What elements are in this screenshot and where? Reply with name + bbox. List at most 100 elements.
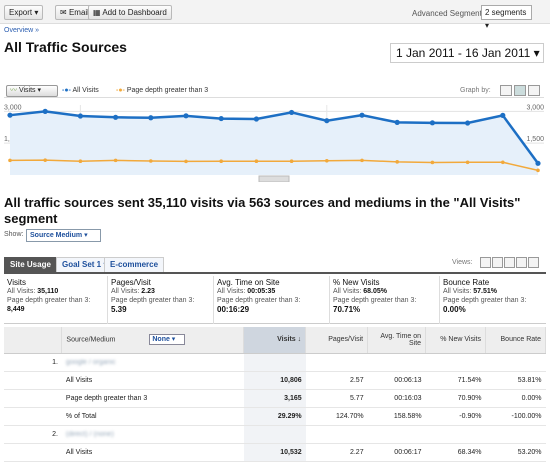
metrics-summary: Visits All Visits: 35,110 Page depth gre… — [4, 276, 546, 324]
header-pages-visit[interactable]: Pages/Visit — [305, 327, 369, 354]
data-point-page-depth — [395, 160, 400, 164]
comparison-view-icon[interactable] — [516, 257, 527, 268]
time-cell: 00:06:17 — [367, 443, 426, 462]
breadcrumb[interactable]: Overview » — [4, 27, 39, 34]
header-bounce-rate[interactable]: Bounce Rate — [485, 327, 547, 354]
header-source-label[interactable]: Source/Medium — [66, 337, 115, 344]
source-link[interactable]: (direct) / (none) — [61, 425, 244, 444]
legend-page-depth: -●- Page depth greater than 3 — [116, 87, 208, 94]
metric-all-value: 57.51% — [473, 288, 497, 295]
pie-view-icon[interactable] — [492, 257, 503, 268]
cell — [305, 425, 368, 444]
pages-cell: 124.70% — [305, 407, 368, 426]
table-view-icon[interactable] — [480, 257, 491, 268]
metric-all-label: All Visits: — [111, 288, 140, 295]
source-medium-table: Source/Medium None ▾ Visits ↓ Pages/Visi… — [4, 327, 547, 462]
segment-label: Page depth greater than 3 — [61, 389, 244, 408]
graph-by-month-icon[interactable] — [528, 85, 540, 96]
metric-pd-value: 0.00% — [443, 305, 466, 314]
tab-site-usage[interactable]: Site Usage — [4, 257, 57, 273]
metric-visits: Visits All Visits: 35,110 Page depth gre… — [4, 276, 108, 324]
segment-label: All Visits — [61, 443, 244, 462]
new-cell: -0.90% — [425, 407, 486, 426]
cell — [4, 407, 62, 426]
dashboard-label: Add to Dashboard — [102, 8, 167, 17]
time-cell: 00:06:13 — [367, 371, 426, 390]
secondary-dimension-select[interactable]: None ▾ — [149, 334, 186, 346]
advanced-segments-select[interactable]: 2 segments ▾ — [481, 5, 532, 30]
dashboard-icon: ▦ — [93, 8, 101, 17]
new-cell: 68.34% — [425, 443, 486, 462]
metric-pd-value: 5.39 — [111, 305, 127, 314]
metric-bounce-rate: Bounce Rate All Visits: 57.51% Page dept… — [440, 276, 546, 324]
metric-select-label: Visits ▾ — [18, 87, 42, 94]
metric-title: % New Visits — [333, 278, 380, 287]
report-toolbar: Export ▾ ✉ Email ▦ Add to Dashboard Adva… — [0, 0, 550, 30]
data-point-all-visits — [148, 115, 154, 121]
chart-collapse-handle — [258, 175, 290, 182]
series-area-all-visits — [10, 111, 538, 175]
table-group-row: 2. (direct) / (none) — [4, 425, 546, 444]
data-point-all-visits — [218, 115, 224, 122]
metric-select-button[interactable]: 〰 Visits ▾ — [6, 85, 58, 97]
cell — [425, 353, 486, 372]
data-point-all-visits — [500, 112, 506, 118]
y-tick-label-right: 3,000 — [526, 104, 544, 111]
y-tick-label-left: 3,000 — [4, 104, 22, 111]
data-point-page-depth — [78, 159, 83, 164]
data-point-all-visits — [465, 120, 471, 126]
cell — [485, 353, 546, 372]
pages-cell: 2.27 — [305, 443, 368, 462]
row-index: 1. — [4, 353, 62, 372]
metric-pd-value: 00:16:29 — [217, 305, 250, 314]
data-point-all-visits — [289, 109, 295, 116]
table-header-row: Source/Medium None ▾ Visits ↓ Pages/Visi… — [4, 327, 547, 354]
export-label: Export ▾ — [9, 8, 39, 17]
metric-pd-label: Page depth greater than 3: — [217, 297, 301, 304]
metric-title: Avg. Time on Site — [217, 278, 280, 287]
segment-label: All Visits — [61, 371, 244, 390]
data-point-page-depth — [465, 160, 470, 165]
metric-all-value: 68.05% — [363, 288, 387, 295]
header-avg-time[interactable]: Avg. Time on Site — [367, 327, 427, 354]
data-point-all-visits — [113, 114, 119, 120]
metric-all-label: All Visits: — [217, 288, 246, 295]
export-button[interactable]: Export ▾ — [4, 5, 44, 20]
table-row-percent: % of Total 29.29% 124.70% 158.58% -0.90%… — [4, 407, 546, 426]
data-point-page-depth — [254, 159, 259, 164]
cell — [243, 425, 306, 444]
email-icon: ✉ — [60, 8, 67, 17]
add-to-dashboard-button[interactable]: ▦ Add to Dashboard — [88, 5, 172, 20]
header-source-medium: Source/Medium None ▾ — [61, 327, 245, 354]
graph-by-day-icon[interactable] — [500, 85, 512, 96]
data-point-page-depth — [184, 159, 188, 164]
graph-by-label: Graph by: — [460, 87, 491, 94]
summary-heading: All traffic sources sent 35,110 visits v… — [4, 195, 521, 226]
source-name[interactable]: (direct) / (none) — [66, 431, 114, 438]
source-link[interactable]: google / organic — [61, 353, 244, 372]
metric-title: Pages/Visit — [111, 278, 151, 287]
email-label: Email — [68, 8, 89, 17]
visits-cell: 29.29% — [243, 407, 306, 426]
metric-pd-label: Page depth greater than 3: — [443, 297, 527, 304]
source-name[interactable]: google / organic — [66, 359, 116, 366]
graph-by-week-icon[interactable] — [514, 85, 526, 96]
data-point-page-depth — [501, 160, 505, 165]
data-point-all-visits — [7, 112, 13, 118]
metric-all-value: 00:05:35 — [247, 288, 276, 295]
show-dimension-select[interactable]: Source Medium ▾ — [26, 229, 101, 242]
performance-view-icon[interactable] — [504, 257, 515, 268]
tab-underline — [4, 272, 546, 274]
y-tick-label-right: 1,500 — [526, 136, 544, 143]
tab-ecommerce[interactable]: E-commerce — [104, 257, 165, 273]
chart-controls: 〰 Visits ▾ -●- All Visits -●- Page depth… — [4, 84, 544, 98]
data-point-page-depth — [536, 168, 540, 173]
data-point-page-depth — [219, 159, 223, 164]
date-range-picker[interactable]: 1 Jan 2011 - 16 Jan 2011 ▾ — [390, 43, 544, 63]
header-visits[interactable]: Visits ↓ — [243, 327, 307, 354]
pivot-view-icon[interactable] — [528, 257, 539, 268]
page-title: All Traffic Sources — [4, 39, 127, 55]
header-new-visits[interactable]: % New Visits — [425, 327, 486, 354]
visits-cell: 10,806 — [243, 371, 306, 390]
time-cell: 00:16:03 — [367, 389, 426, 408]
